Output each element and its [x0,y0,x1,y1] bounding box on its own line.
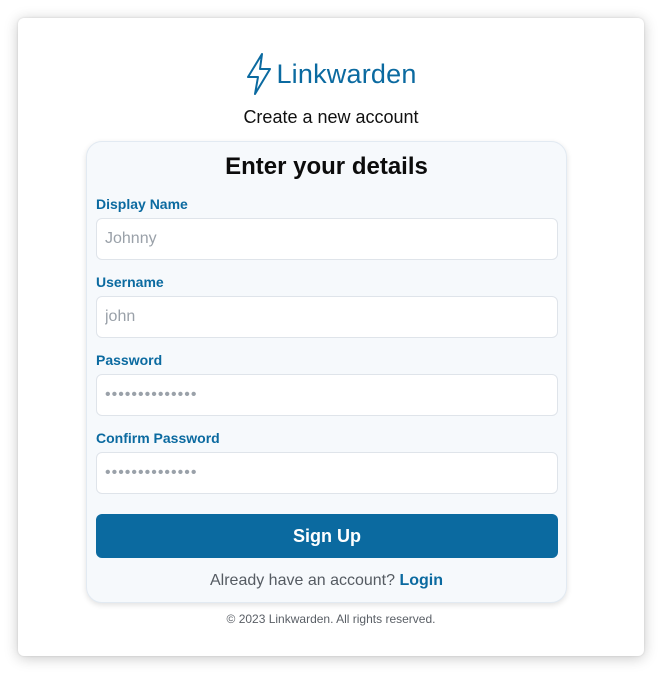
form-title: Enter your details [225,153,428,180]
sign-up-button[interactable]: Sign Up [96,514,558,558]
app-logo: Linkwarden [18,51,644,97]
page-subtitle: Create a new account [243,107,419,127]
display-name-label: Display Name [96,196,188,212]
signup-form-card: Enter your details Display Name Username… [86,141,567,603]
username-input[interactable] [96,296,558,338]
password-input[interactable] [96,374,558,416]
signup-window: Linkwarden Create a new account Enter yo… [18,18,644,656]
lightning-bolt-icon [247,53,272,95]
confirm-password-input[interactable] [96,452,558,494]
login-link[interactable]: Login [399,572,443,589]
login-prompt-row: Already have an account? Login [87,572,566,590]
confirm-password-label: Confirm Password [96,430,220,446]
display-name-input[interactable] [96,218,558,260]
logo-text: Linkwarden [276,58,417,89]
login-prompt-text: Already have an account? [209,572,395,589]
username-label: Username [96,274,164,290]
password-label: Password [96,352,163,368]
footer-copyright: © 2023 Linkwarden. All rights reserved. [226,612,436,626]
